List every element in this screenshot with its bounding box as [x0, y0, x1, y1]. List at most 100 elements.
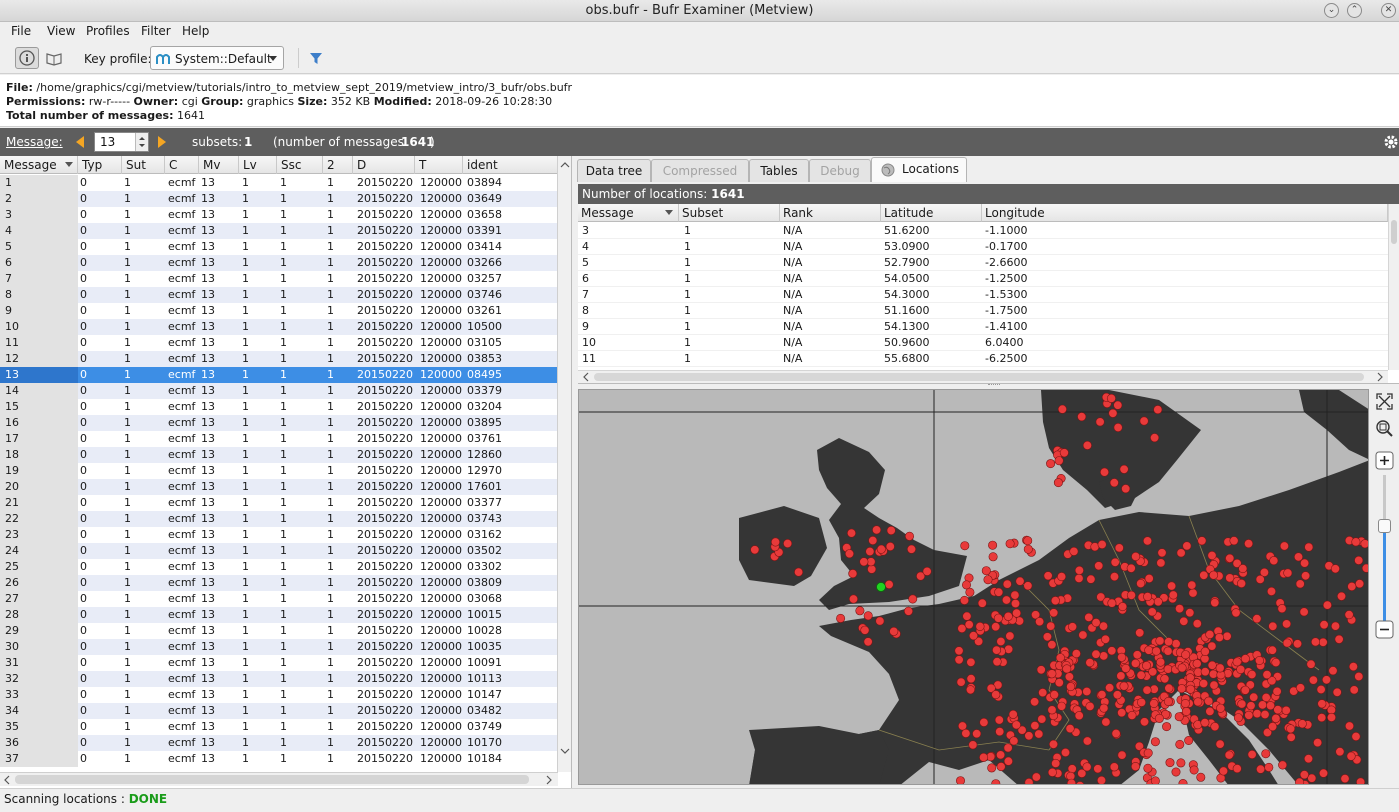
station-marker[interactable] — [964, 620, 974, 630]
station-marker[interactable] — [860, 625, 870, 635]
station-marker[interactable] — [1318, 637, 1328, 647]
station-marker[interactable] — [1113, 400, 1123, 410]
station-marker[interactable] — [1326, 712, 1336, 722]
station-marker[interactable] — [1074, 565, 1084, 575]
splitter-handle[interactable] — [988, 384, 1000, 387]
station-marker[interactable] — [1330, 621, 1340, 631]
station-marker[interactable] — [794, 567, 804, 577]
col-sut[interactable]: Sut — [122, 156, 165, 174]
station-marker[interactable] — [1299, 607, 1309, 617]
station-marker[interactable] — [1232, 764, 1242, 774]
table-row[interactable]: 32 0 1 ecmf 13 1 1 1 20150220 120000 10113 — [0, 671, 558, 687]
table-row[interactable]: 33 0 1 ecmf 13 1 1 1 20150220 120000 10147 — [0, 687, 558, 703]
station-marker[interactable] — [1157, 548, 1167, 558]
station-marker[interactable] — [1266, 586, 1276, 596]
messages-vertical-scrollbar[interactable] — [557, 156, 571, 772]
station-marker[interactable] — [1180, 698, 1190, 708]
station-marker[interactable] — [1118, 602, 1128, 612]
loc-col-message[interactable]: Message — [578, 204, 679, 222]
station-marker[interactable] — [1153, 597, 1163, 607]
col-typ[interactable]: Typ — [78, 156, 122, 174]
loc-col-longitude[interactable]: Longitude — [982, 204, 1388, 222]
table-row[interactable]: 34 0 1 ecmf 13 1 1 1 20150220 120000 03482 — [0, 703, 558, 719]
station-marker[interactable] — [966, 674, 976, 684]
station-marker[interactable] — [1237, 699, 1247, 709]
station-marker[interactable] — [1207, 551, 1217, 561]
station-marker[interactable] — [1060, 747, 1070, 757]
station-marker[interactable] — [1301, 571, 1311, 581]
station-marker[interactable] — [1160, 674, 1170, 684]
station-marker[interactable] — [1121, 663, 1131, 673]
station-marker[interactable] — [991, 622, 1001, 632]
station-marker[interactable] — [855, 606, 865, 616]
station-marker[interactable] — [1136, 579, 1146, 589]
station-marker[interactable] — [1024, 731, 1034, 741]
station-marker[interactable] — [1119, 464, 1129, 474]
station-marker[interactable] — [1130, 761, 1140, 771]
station-marker[interactable] — [1003, 756, 1013, 766]
table-row[interactable]: 31 0 1 ecmf 13 1 1 1 20150220 120000 10091 — [0, 655, 558, 671]
station-marker[interactable] — [994, 587, 1004, 597]
station-marker[interactable] — [1091, 618, 1101, 628]
station-marker[interactable] — [1334, 634, 1344, 644]
station-marker[interactable] — [1256, 764, 1266, 774]
station-marker[interactable] — [1192, 619, 1202, 629]
close-button[interactable]: ✕ — [1381, 3, 1396, 18]
station-marker[interactable] — [987, 763, 997, 773]
table-row[interactable]: 3 0 1 ecmf 13 1 1 1 20150220 120000 03658 — [0, 207, 558, 223]
station-marker[interactable] — [1176, 548, 1186, 558]
locations-h-scroll-thumb[interactable] — [594, 373, 1364, 381]
table-row[interactable]: 19 0 1 ecmf 13 1 1 1 20150220 120000 12970 — [0, 463, 558, 479]
station-marker[interactable] — [1131, 552, 1141, 562]
station-marker[interactable] — [1049, 690, 1059, 700]
station-marker[interactable] — [1185, 684, 1195, 694]
station-marker[interactable] — [846, 528, 856, 538]
station-marker[interactable] — [1024, 778, 1034, 785]
station-marker[interactable] — [1236, 579, 1246, 589]
station-marker[interactable] — [954, 646, 964, 656]
locations-horizontal-scrollbar[interactable] — [578, 370, 1388, 383]
station-marker[interactable] — [991, 690, 1001, 700]
book-button[interactable] — [42, 47, 66, 69]
info-button[interactable] — [15, 47, 39, 69]
station-marker[interactable] — [1340, 774, 1350, 784]
station-marker[interactable] — [1116, 671, 1126, 681]
station-marker[interactable] — [1136, 670, 1146, 680]
station-marker[interactable] — [1317, 699, 1327, 709]
station-marker[interactable] — [1010, 590, 1020, 600]
station-marker[interactable] — [1240, 685, 1250, 695]
station-marker[interactable] — [1141, 661, 1151, 671]
station-marker[interactable] — [996, 637, 1006, 647]
station-marker[interactable] — [975, 622, 985, 632]
station-marker[interactable] — [876, 544, 886, 554]
station-marker[interactable] — [1136, 697, 1146, 707]
station-marker[interactable] — [1271, 713, 1281, 723]
station-marker[interactable] — [1282, 619, 1292, 629]
station-marker[interactable] — [1082, 440, 1092, 450]
station-marker[interactable] — [1119, 681, 1129, 691]
table-row[interactable]: 37 0 1 ecmf 13 1 1 1 20150220 120000 10184 — [0, 751, 558, 767]
zoom-region-icon[interactable] — [1375, 419, 1394, 438]
station-marker[interactable] — [1200, 646, 1210, 656]
station-marker[interactable] — [1279, 541, 1289, 551]
station-marker[interactable] — [1151, 646, 1161, 656]
station-marker[interactable] — [1299, 770, 1309, 780]
tab-locations[interactable]: Locations — [871, 157, 967, 182]
station-marker[interactable] — [1155, 636, 1165, 646]
station-marker[interactable] — [1205, 630, 1215, 640]
station-marker[interactable] — [1051, 758, 1061, 768]
station-marker[interactable] — [1246, 701, 1256, 711]
station-marker[interactable] — [1150, 776, 1160, 785]
station-marker[interactable] — [1208, 669, 1218, 679]
station-marker[interactable] — [906, 544, 916, 554]
station-marker[interactable] — [1132, 650, 1142, 660]
table-row[interactable]: 28 0 1 ecmf 13 1 1 1 20150220 120000 10015 — [0, 607, 558, 623]
table-row[interactable]: 23 0 1 ecmf 13 1 1 1 20150220 120000 03162 — [0, 527, 558, 543]
station-marker[interactable] — [1001, 595, 1011, 605]
station-marker[interactable] — [1005, 539, 1015, 549]
loc-col-rank[interactable]: Rank — [780, 204, 881, 222]
table-row[interactable]: 16 0 1 ecmf 13 1 1 1 20150220 120000 03895 — [0, 415, 558, 431]
table-row[interactable]: 27 0 1 ecmf 13 1 1 1 20150220 120000 03068 — [0, 591, 558, 607]
station-marker[interactable] — [1109, 478, 1119, 488]
station-marker[interactable] — [1071, 649, 1081, 659]
